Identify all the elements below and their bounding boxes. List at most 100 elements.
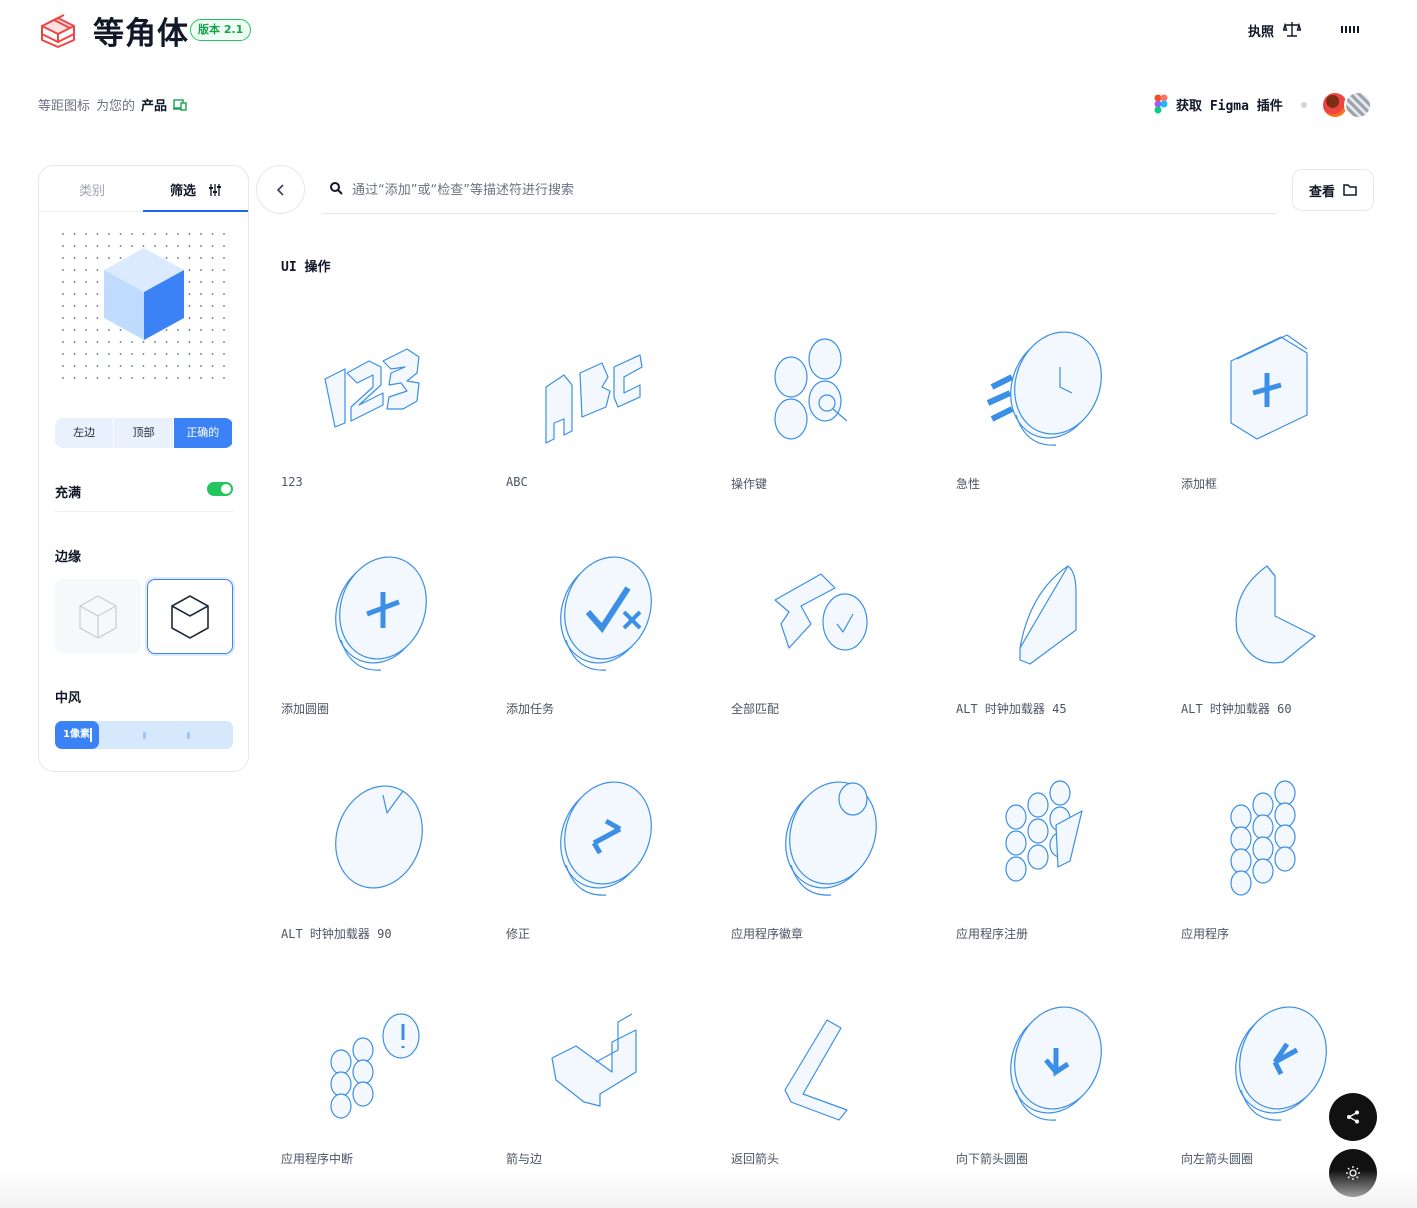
numbers-icon [324, 348, 420, 428]
icon-card[interactable]: 返回箭头 [731, 990, 931, 1190]
slider-handle[interactable] [90, 728, 92, 742]
view-left-option[interactable]: 左边 [55, 418, 115, 448]
add-box-icon [1230, 334, 1308, 440]
slider-tick [143, 732, 146, 739]
arrow-down-circle-icon [1010, 1006, 1102, 1121]
cube-solid-icon [171, 594, 209, 639]
filter-sidebar: 类别 筛选 左边 顶部 正确的 充满 边缘 中风 1像素 [38, 165, 249, 772]
icon-label: 应用程序徽章 [731, 927, 804, 941]
chevron-left-icon [276, 183, 284, 196]
arrow-back-icon [784, 1019, 848, 1121]
icon-card[interactable]: 全部匹配 [731, 540, 931, 740]
icon-label: 应用程序 [1181, 927, 1230, 941]
tagline: 等距图标 为您的 产品 [38, 95, 187, 114]
share-button[interactable] [1329, 1093, 1377, 1141]
icon-card[interactable]: 操作键 [731, 315, 931, 515]
icon-card[interactable]: 123 [281, 315, 481, 515]
icon-label: 箭与边 [506, 1152, 543, 1166]
cube-preview [62, 233, 225, 379]
figma-icon [1154, 94, 1168, 114]
arrow-left-circle-icon [1235, 1006, 1327, 1121]
sidebar-tabs: 类别 筛选 [39, 166, 248, 212]
icon-label: 123 [281, 475, 303, 489]
icon-card[interactable]: 应用程序中断 [281, 990, 481, 1190]
view-angle-selector: 左边 顶部 正确的 [55, 418, 233, 448]
tab-filter-label: 筛选 [170, 184, 197, 199]
tagline-text-2: 为您的 [96, 99, 136, 114]
edge-option-outline[interactable] [55, 579, 141, 654]
figma-link-label: 获取 Figma 插件 [1176, 98, 1283, 114]
devices-icon [173, 98, 187, 111]
clock-loader-60-icon [1235, 565, 1316, 664]
icon-label: 急性 [956, 477, 981, 491]
edge-label: 边缘 [55, 550, 82, 565]
icon-label: 应用程序中断 [281, 1152, 354, 1166]
logo-icon[interactable] [38, 12, 78, 48]
icon-label: 应用程序注册 [956, 927, 1029, 941]
clock-loader-45-icon [1019, 565, 1077, 665]
urgent-clock-icon [986, 331, 1102, 446]
fill-label: 充满 [55, 486, 82, 501]
icon-card[interactable]: 添加任务 [506, 540, 706, 740]
icon-label: 向左箭头圆圈 [1181, 1152, 1254, 1166]
icon-label: 操作键 [731, 477, 768, 491]
collapse-sidebar-button[interactable] [256, 165, 305, 214]
icon-label: 添加圆圈 [281, 702, 330, 716]
scale-icon[interactable] [1283, 20, 1301, 38]
menu-icon[interactable] [1341, 26, 1359, 34]
view-button[interactable]: 查看 [1292, 169, 1374, 211]
icon-card[interactable]: 应用程序 [1181, 765, 1381, 965]
sun-icon [1346, 1166, 1360, 1180]
tab-active-indicator [143, 210, 248, 212]
icon-card[interactable]: 修正 [506, 765, 706, 965]
fill-toggle[interactable] [207, 482, 233, 496]
stroke-value: 1像素 [63, 729, 90, 740]
apps-icon [1230, 780, 1296, 896]
edge-option-solid[interactable] [147, 579, 233, 654]
icon-label: 向下箭头圆圈 [956, 1152, 1029, 1166]
view-top-option[interactable]: 顶部 [114, 418, 174, 448]
icon-card[interactable]: 添加框 [1181, 315, 1381, 515]
section-title: UI 操作 [281, 260, 331, 275]
tab-categories[interactable]: 类别 [79, 180, 105, 199]
icon-card[interactable]: 应用程序徽章 [731, 765, 931, 965]
clock-loader-90-icon [335, 785, 423, 889]
icon-card[interactable]: 添加圆圈 [281, 540, 481, 740]
stroke-label: 中风 [55, 691, 82, 706]
icon-card[interactable]: 急性 [956, 315, 1156, 515]
view-right-option[interactable]: 正确的 [173, 418, 233, 448]
cube-outline-icon [79, 594, 117, 639]
icon-label: 返回箭头 [731, 1152, 780, 1166]
icon-label: ABC [506, 475, 528, 489]
license-link[interactable]: 执照 [1248, 21, 1274, 40]
icon-card[interactable]: 应用程序注册 [956, 765, 1156, 965]
icon-card[interactable]: 箭与边 [506, 990, 706, 1190]
icon-card[interactable]: ALT 时钟加载器 90 [281, 765, 481, 965]
icon-label: 添加任务 [506, 702, 555, 716]
icon-card[interactable]: ALT 时钟加载器 45 [956, 540, 1156, 740]
icon-card[interactable]: ABC [506, 315, 706, 515]
figma-plugin-link[interactable]: 获取 Figma 插件 [1154, 94, 1283, 114]
icon-card[interactable]: ALT 时钟加载器 60 [1181, 540, 1381, 740]
tab-filter[interactable]: 筛选 [170, 180, 221, 199]
sliders-icon [208, 184, 221, 196]
letters-icon [545, 354, 643, 444]
search-bar [322, 166, 1276, 214]
amend-icon [560, 781, 652, 896]
separator-dot [1301, 102, 1307, 108]
slider-tick [187, 732, 190, 739]
theme-toggle-button[interactable] [1329, 1149, 1377, 1197]
icon-label: 全部匹配 [731, 702, 780, 716]
icon-card[interactable]: 向下箭头圆圈 [956, 990, 1156, 1190]
app-registration-icon [1005, 780, 1083, 882]
search-icon [330, 182, 343, 195]
add-circle-icon [335, 556, 427, 671]
avatar[interactable] [1344, 91, 1372, 119]
tagline-text-3: 产品 [141, 99, 168, 114]
stroke-slider[interactable]: 1像素 [55, 721, 233, 749]
search-input[interactable] [352, 178, 1232, 202]
app-badge-icon [785, 781, 877, 896]
icon-label: ALT 时钟加载器 90 [281, 927, 392, 941]
brand-title[interactable]: 等角体 [93, 8, 189, 53]
icon-label: 添加框 [1181, 477, 1218, 491]
